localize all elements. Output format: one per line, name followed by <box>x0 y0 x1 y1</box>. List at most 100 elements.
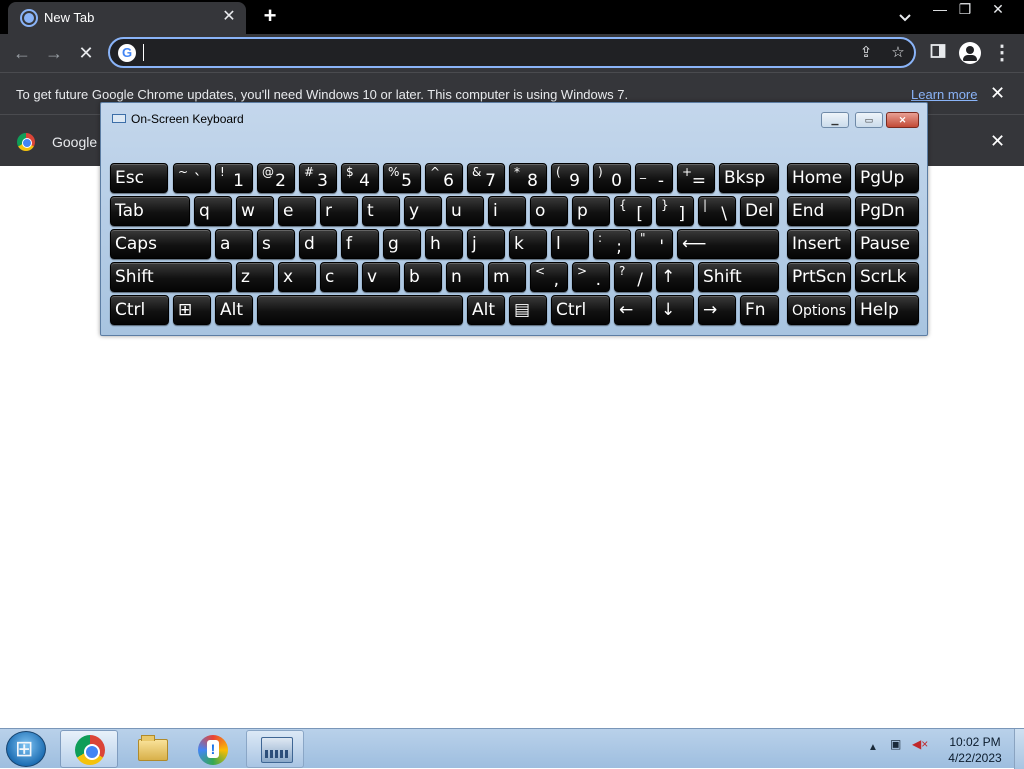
key-j[interactable]: j <box>467 229 505 259</box>
key-home[interactable]: Home <box>787 163 851 193</box>
key-backslash[interactable]: | \ <box>698 196 736 226</box>
key-prtscn[interactable]: PrtScn <box>787 262 851 292</box>
key-fn[interactable]: Fn <box>740 295 779 325</box>
key-quote[interactable]: " ' <box>635 229 673 259</box>
taskbar-osk[interactable] <box>246 730 304 768</box>
start-button[interactable] <box>6 731 46 767</box>
key-windows[interactable]: ⊞ <box>173 295 211 325</box>
osk-close-button[interactable]: ✕ <box>886 112 919 128</box>
osk-restore-button[interactable]: ▭ <box>855 112 883 128</box>
key-right-arrow[interactable]: → <box>698 295 736 325</box>
key-right-ctrl[interactable]: Ctrl <box>551 295 610 325</box>
key-left-alt[interactable]: Alt <box>215 295 253 325</box>
key-v[interactable]: v <box>362 262 400 292</box>
key-g[interactable]: g <box>383 229 421 259</box>
key-u[interactable]: u <box>446 196 484 226</box>
key-comma[interactable]: <, <box>530 262 568 292</box>
key-y[interactable]: y <box>404 196 442 226</box>
key-pgup[interactable]: PgUp <box>855 163 919 193</box>
key-l[interactable]: l <box>551 229 589 259</box>
tab-close-icon[interactable]: ✕ <box>220 8 238 26</box>
key-n[interactable]: n <box>446 262 484 292</box>
key-enter[interactable]: ⟵ <box>677 229 779 259</box>
system-clock[interactable]: 10:02 PM 4/22/2023 <box>940 734 1010 766</box>
key-menu[interactable]: ▤ <box>509 295 547 325</box>
key-left-arrow[interactable]: ← <box>614 295 652 325</box>
share-icon[interactable]: ⇪ <box>856 44 876 62</box>
key-tab[interactable]: Tab <box>110 196 190 226</box>
bookmark-star-icon[interactable]: ☆ <box>888 44 908 62</box>
key-minus[interactable]: _ - <box>635 163 673 193</box>
window-close-button[interactable]: ✕ <box>983 0 1013 20</box>
osk-minimize-button[interactable]: ▁ <box>821 112 849 128</box>
key-8[interactable]: * 8 <box>509 163 547 193</box>
key-end[interactable]: End <box>787 196 851 226</box>
key-z[interactable]: z <box>236 262 274 292</box>
key-2[interactable]: @2 <box>257 163 295 193</box>
key-s[interactable]: s <box>257 229 295 259</box>
taskbar-explorer[interactable] <box>122 730 180 768</box>
key-x[interactable]: x <box>278 262 316 292</box>
key-p[interactable]: p <box>572 196 610 226</box>
key-slash[interactable]: ? / <box>614 262 652 292</box>
key-pause[interactable]: Pause <box>855 229 919 259</box>
key-close-bracket[interactable]: }] <box>656 196 694 226</box>
learn-more-link[interactable]: Learn more <box>911 87 977 102</box>
show-desktop-button[interactable] <box>1014 729 1024 769</box>
key-semicolon[interactable]: :; <box>593 229 631 259</box>
new-tab-button[interactable]: + <box>258 4 282 28</box>
key-caps[interactable]: Caps <box>110 229 211 259</box>
key-k[interactable]: k <box>509 229 547 259</box>
key-backtick[interactable]: ~ ` <box>173 163 211 193</box>
key-5[interactable]: % 5 <box>383 163 421 193</box>
profile-avatar-icon[interactable] <box>959 42 981 64</box>
volume-muted-icon[interactable]: ◀× <box>912 737 928 751</box>
show-hidden-icons[interactable]: ▲ <box>868 742 878 753</box>
key-4[interactable]: $4 <box>341 163 379 193</box>
key-h[interactable]: h <box>425 229 463 259</box>
tab-new-tab[interactable]: New Tab ✕ <box>8 2 246 34</box>
key-7[interactable]: & 7 <box>467 163 505 193</box>
key-1[interactable]: ! 1 <box>215 163 253 193</box>
infobar-close-icon[interactable]: ✕ <box>990 83 1008 103</box>
key-help[interactable]: Help <box>855 295 919 325</box>
key-insert[interactable]: Insert <box>787 229 851 259</box>
key-scrlk[interactable]: ScrLk <box>855 262 919 292</box>
key-t[interactable]: t <box>362 196 400 226</box>
key-9[interactable]: (9 <box>551 163 589 193</box>
key-pgdn[interactable]: PgDn <box>855 196 919 226</box>
taskbar-app[interactable] <box>184 730 242 768</box>
key-open-bracket[interactable]: {[ <box>614 196 652 226</box>
key-3[interactable]: #3 <box>299 163 337 193</box>
key-d[interactable]: d <box>299 229 337 259</box>
key-options[interactable]: Options <box>787 295 851 325</box>
window-restore-button[interactable]: ❐ <box>950 0 980 20</box>
key-space[interactable] <box>257 295 463 325</box>
key-w[interactable]: w <box>236 196 274 226</box>
key-q[interactable]: q <box>194 196 232 226</box>
key-6[interactable]: ^ 6 <box>425 163 463 193</box>
key-up-arrow[interactable]: ↑ <box>656 262 694 292</box>
tab-search-button[interactable] <box>894 6 916 28</box>
key-a[interactable]: a <box>215 229 253 259</box>
key-e[interactable]: e <box>278 196 316 226</box>
key-del[interactable]: Del <box>740 196 779 226</box>
key-m[interactable]: m <box>488 262 526 292</box>
key-down-arrow[interactable]: ↓ <box>656 295 694 325</box>
key-0[interactable]: ) 0 <box>593 163 631 193</box>
key-left-shift[interactable]: Shift <box>110 262 232 292</box>
network-icon[interactable]: ▣ <box>890 737 901 751</box>
key-o[interactable]: o <box>530 196 568 226</box>
key-b[interactable]: b <box>404 262 442 292</box>
key-equals[interactable]: + = <box>677 163 715 193</box>
infobar2-close-icon[interactable]: ✕ <box>990 131 1008 151</box>
key-r[interactable]: r <box>320 196 358 226</box>
omnibox-input[interactable] <box>142 43 842 63</box>
key-period[interactable]: >. <box>572 262 610 292</box>
back-button[interactable]: ← <box>8 40 36 66</box>
key-right-alt[interactable]: Alt <box>467 295 505 325</box>
key-esc[interactable]: Esc <box>110 163 168 193</box>
side-panel-icon[interactable] <box>928 43 948 63</box>
osk-title-bar[interactable]: On-Screen Keyboard ▁ ▭ ✕ <box>101 103 927 131</box>
key-backspace[interactable]: Bksp <box>719 163 779 193</box>
